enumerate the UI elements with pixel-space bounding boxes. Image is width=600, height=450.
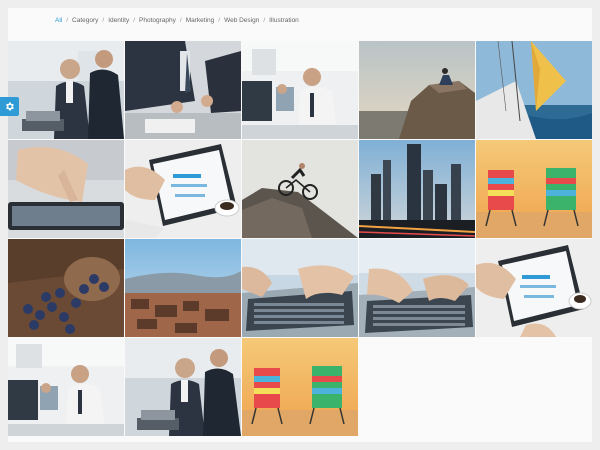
gallery-photo-business-meeting-documents[interactable] <box>125 41 241 139</box>
gallery-photo-hands-laptop-keyboard[interactable] <box>359 239 475 337</box>
filter-separator: / <box>66 16 69 24</box>
gallery-photo-blueberries-bowl[interactable] <box>8 239 124 337</box>
filter-separator: / <box>102 16 105 24</box>
gallery-photo-office-computer-workers[interactable] <box>8 338 124 436</box>
gear-icon <box>6 102 14 111</box>
filter-photography[interactable]: Photography <box>139 17 176 24</box>
gallery-photo-man-on-rock-sunset[interactable] <box>359 41 475 139</box>
filter-all[interactable]: All <box>55 17 62 24</box>
gallery-photo-tablet-chart-coffee[interactable] <box>476 239 592 337</box>
filter-category[interactable]: Category <box>72 17 98 24</box>
gallery-photo-mountain-biker-rock[interactable] <box>242 140 358 238</box>
gallery-photo-sailboat-sea[interactable] <box>476 41 592 139</box>
gallery-photo-businessmen-laptop[interactable] <box>8 41 124 139</box>
filter-illustration[interactable]: Illustration <box>269 17 299 24</box>
filter-separator: / <box>263 16 266 24</box>
gallery-photo-beach-chairs-sunset[interactable] <box>476 140 592 238</box>
filter-separator: / <box>218 16 221 24</box>
filter-marketing[interactable]: Marketing <box>186 17 215 24</box>
gallery-photo-city-skyline-night[interactable] <box>359 140 475 238</box>
filter-separator: / <box>133 16 136 24</box>
gallery-photo-office-computer-workers[interactable] <box>242 41 358 139</box>
portfolio-panel: All / Category / Identity / Photography … <box>8 8 592 442</box>
gallery-photo-businessmen-laptop[interactable] <box>125 338 241 436</box>
gallery-photo-tablet-chart-coffee[interactable] <box>125 140 241 238</box>
gallery-photo-beach-chairs-sunset[interactable] <box>242 338 358 436</box>
filter-identity[interactable]: Identity <box>108 17 129 24</box>
gallery-photo-desert-rocks-landscape[interactable] <box>125 239 241 337</box>
gallery-photo-hand-tablet-touch[interactable] <box>8 140 124 238</box>
portfolio-grid <box>8 41 592 436</box>
settings-button[interactable] <box>0 97 19 116</box>
gallery-photo-hands-laptop-typing[interactable] <box>242 239 358 337</box>
filter-separator: / <box>179 16 182 24</box>
portfolio-filter-bar: All / Category / Identity / Photography … <box>55 14 299 26</box>
filter-web-design[interactable]: Web Design <box>224 17 259 24</box>
